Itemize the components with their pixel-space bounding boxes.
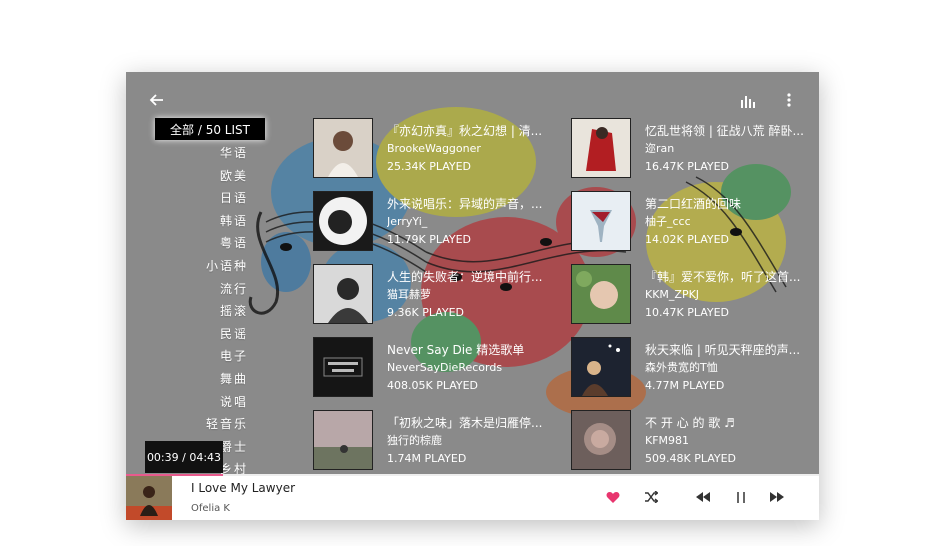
playlist-cover [313, 410, 373, 470]
playlist-author: KKM_ZPKJ [645, 288, 700, 301]
playlist-card[interactable]: 「初秋之味」落木是归雁停... 独行的棕鹿 1.74M PLAYED [313, 410, 563, 474]
playlist-cover [313, 264, 373, 324]
category-item[interactable]: 民谣 [196, 323, 248, 346]
playlist-cover [571, 410, 631, 470]
category-item[interactable]: 粤语 [196, 232, 248, 255]
playlist-play-count: 14.02K PLAYED [645, 233, 730, 246]
previous-button[interactable] [693, 487, 713, 507]
playlist-title: 第二口红酒的回味 [645, 197, 742, 211]
playlist-cover [313, 118, 373, 178]
back-button[interactable] [146, 90, 166, 110]
playback-time: 00:39 / 04:43 [145, 441, 223, 473]
playlist-author: BrookeWaggoner [387, 142, 481, 155]
playlist-title: 人生的失败者：逆境中前行... [387, 270, 543, 284]
playlist-author: 柚子_ccc [645, 215, 691, 228]
playlist-card[interactable]: Never Say Die 精选歌单 NeverSayDieRecords 40… [313, 337, 563, 401]
playlist-cover [313, 191, 373, 251]
category-item[interactable]: 舞曲 [196, 368, 248, 391]
category-item[interactable]: 说唱 [196, 391, 248, 414]
next-button[interactable] [767, 487, 787, 507]
pause-icon [737, 491, 745, 503]
playlist-card[interactable]: 秋天来临 | 听见天秤座的声... 森外贵宽的T恤 4.77M PLAYED [571, 337, 819, 401]
category-list: 华语 欧美 日语 韩语 粤语 小语种 流行 摇滚 民谣 电子 舞曲 说唱 轻音乐… [196, 142, 248, 481]
more-button[interactable] [781, 90, 797, 110]
equalizer-button[interactable] [739, 92, 757, 110]
arrow-left-icon [149, 94, 163, 106]
playlist-author: JerryYi_ [387, 215, 428, 228]
player-bar: I Love My Lawyer Ofelia K [126, 474, 819, 520]
playlist-author: 猫耳赫萝 [387, 288, 431, 301]
top-bar [126, 72, 819, 118]
pause-button[interactable] [731, 487, 751, 507]
category-all-button[interactable]: 全部 / 50 LIST [155, 118, 265, 140]
like-button[interactable] [603, 487, 623, 507]
playlist-play-count: 9.36K PLAYED [387, 306, 465, 319]
category-item[interactable]: 欧美 [196, 165, 248, 188]
playlist-play-count: 25.34K PLAYED [387, 160, 472, 173]
playlist-card[interactable]: 忆乱世将领 | 征战八荒 醉卧... 迩ran 16.47K PLAYED [571, 118, 819, 182]
category-item[interactable]: 电子 [196, 345, 248, 368]
playlist-card[interactable]: 不 开 心 的 歌 ♬ KFM981 509.48K PLAYED [571, 410, 819, 474]
playlist-card[interactable]: 『韩』爱不爱你，听了这首... KKM_ZPKJ 10.47K PLAYED [571, 264, 819, 328]
category-item[interactable]: 轻音乐 [196, 413, 248, 436]
playlist-title: Never Say Die 精选歌单 [387, 343, 525, 357]
now-playing-cover [126, 476, 172, 520]
playlist-title: 『亦幻亦真』秋之幻想 | 清... [387, 124, 543, 138]
playlist-play-count: 509.48K PLAYED [645, 452, 737, 465]
playlist-author: 独行的棕鹿 [387, 434, 442, 447]
playlist-cover [571, 118, 631, 178]
now-playing-artist: Ofelia K [191, 503, 230, 514]
playlist-cover [571, 337, 631, 397]
shuffle-button[interactable] [641, 487, 661, 507]
playlist-play-count: 408.05K PLAYED [387, 379, 479, 392]
playlist-card[interactable]: 第二口红酒的回味 柚子_ccc 14.02K PLAYED [571, 191, 819, 255]
playlist-play-count: 4.77M PLAYED [645, 379, 725, 392]
shuffle-icon [645, 491, 658, 503]
playlist-title: 忆乱世将领 | 征战八荒 醉卧... [645, 124, 804, 138]
playlist-play-count: 10.47K PLAYED [645, 306, 730, 319]
playlist-play-count: 1.74M PLAYED [387, 452, 467, 465]
heart-icon [606, 491, 620, 503]
playlist-author: 迩ran [645, 142, 675, 155]
category-item[interactable]: 华语 [196, 142, 248, 165]
playlist-title: 不 开 心 的 歌 ♬ [645, 416, 735, 430]
skip-forward-icon [770, 492, 784, 502]
playlist-title: 『韩』爱不爱你，听了这首... [645, 270, 801, 284]
now-playing-title: I Love My Lawyer [191, 481, 296, 495]
category-item[interactable]: 小语种 [196, 255, 248, 278]
playlist-author: KFM981 [645, 434, 690, 447]
playlist-title: 「初秋之味」落木是归雁停... [387, 416, 543, 430]
equalizer-icon [741, 96, 755, 108]
playlist-card[interactable]: 外来说唱乐：异域的声音，... JerryYi_ 11.79K PLAYED [313, 191, 563, 255]
playlist-play-count: 16.47K PLAYED [645, 160, 730, 173]
more-vertical-icon [787, 93, 791, 107]
category-item[interactable]: 日语 [196, 187, 248, 210]
category-item[interactable]: 摇滚 [196, 300, 248, 323]
playlist-card[interactable]: 人生的失败者：逆境中前行... 猫耳赫萝 9.36K PLAYED [313, 264, 563, 328]
playlist-author: NeverSayDieRecords [387, 361, 503, 374]
category-item[interactable]: 流行 [196, 278, 248, 301]
playlist-title: 秋天来临 | 听见天秤座的声... [645, 343, 801, 357]
playlist-card[interactable]: 『亦幻亦真』秋之幻想 | 清... BrookeWaggoner 25.34K … [313, 118, 563, 182]
category-item[interactable]: 韩语 [196, 210, 248, 233]
skip-back-icon [696, 492, 710, 502]
playback-progress-bar[interactable] [126, 474, 819, 476]
playlist-cover [571, 264, 631, 324]
playlist-play-count: 11.79K PLAYED [387, 233, 472, 246]
music-app-window: 全部 / 50 LIST 华语 欧美 日语 韩语 粤语 小语种 流行 摇滚 民谣… [126, 72, 819, 520]
playlist-author: 森外贵宽的T恤 [645, 361, 718, 374]
playlist-cover [313, 337, 373, 397]
playlist-title: 外来说唱乐：异域的声音，... [387, 197, 543, 211]
playlist-cover [571, 191, 631, 251]
